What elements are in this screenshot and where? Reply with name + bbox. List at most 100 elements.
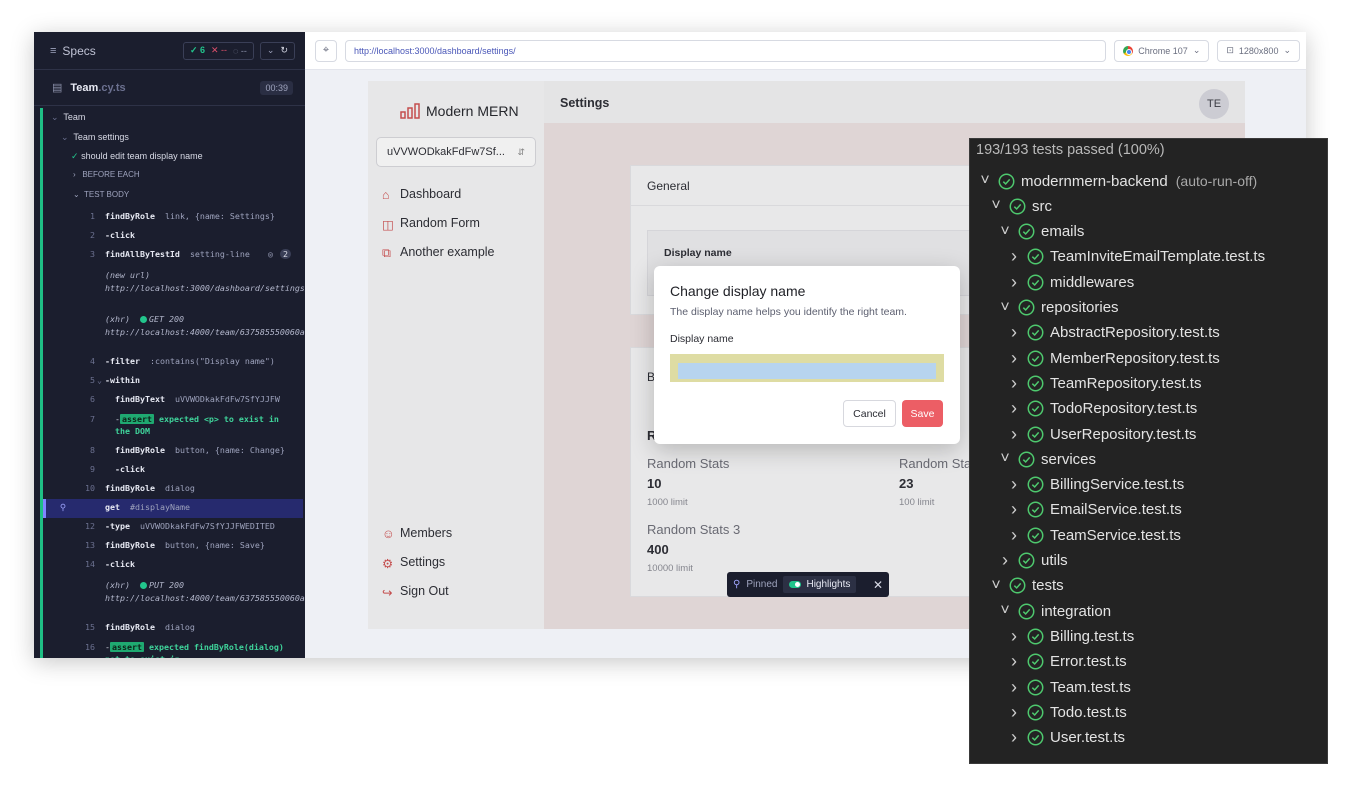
chevron-down-icon[interactable]: ˅ — [987, 197, 1005, 215]
command-row[interactable]: 12 -type uVVWODkakFdFw7SfYJJFWEDITED — [43, 518, 303, 537]
pending-count: ◌ -- — [233, 45, 247, 56]
test-tree-item[interactable]: › Billing.test.ts — [1005, 624, 1134, 648]
test-tree-item[interactable]: ˅ modernmern-backend (auto-run-off) — [976, 169, 1257, 193]
chevron-down-icon[interactable]: ˅ — [976, 172, 994, 190]
chevron-down-icon[interactable]: ˅ — [996, 602, 1014, 620]
passed-check-icon — [1027, 653, 1044, 670]
test-tree-item[interactable]: › EmailService.test.ts — [1005, 498, 1182, 522]
assert-row[interactable]: 16-assert expected findByRole(dialog) no… — [43, 638, 303, 658]
xhr-event[interactable]: (xhr) GET 200 http://localhost:4000/team… — [43, 309, 305, 353]
chevron-right-icon[interactable]: › — [1005, 398, 1023, 419]
chevron-down-icon[interactable]: ˅ — [987, 577, 1005, 595]
command-row[interactable]: 5 ⌄ -within — [43, 372, 303, 391]
test-tree-item[interactable]: › AbstractRepository.test.ts — [1005, 321, 1220, 345]
chevron-right-icon[interactable]: › — [1005, 525, 1023, 546]
test-item-label: src — [1032, 197, 1052, 215]
command-row[interactable]: 9 -click — [43, 461, 303, 480]
chevron-right-icon[interactable]: › — [1005, 424, 1023, 445]
selector-playground-icon[interactable]: ⌖ — [315, 39, 337, 62]
chevron-right-icon[interactable]: › — [1005, 727, 1023, 748]
viewport-size[interactable]: ⊡ 1280x800 ⌄ — [1217, 39, 1300, 62]
save-button[interactable]: Save — [902, 400, 943, 427]
chevron-down-icon: ⌄ — [1283, 45, 1291, 55]
viewport-icon: ⊡ — [1226, 45, 1234, 55]
before-each-hook[interactable]: › BEFORE EACH — [73, 170, 140, 179]
chevron-right-icon[interactable]: › — [1005, 702, 1023, 723]
highlights-toggle[interactable]: Highlights — [783, 576, 857, 593]
command-row[interactable]: 6 findByText uVVWODkakFdFw7SfYJJFW — [43, 391, 303, 410]
test-tree-item[interactable]: › TeamInviteEmailTemplate.test.ts — [1005, 245, 1265, 269]
chevron-right-icon[interactable]: › — [1005, 651, 1023, 672]
chevron-right-icon[interactable]: › — [1005, 474, 1023, 495]
passed-check-icon — [1027, 729, 1044, 746]
test-tree-item[interactable]: › BillingService.test.ts — [1005, 473, 1184, 497]
command-row[interactable]: 13 findByRole button, {name: Save} — [43, 537, 303, 556]
url-bar[interactable]: http://localhost:3000/dashboard/settings… — [345, 39, 1107, 62]
passed-check-icon — [1027, 527, 1044, 544]
chevron-right-icon[interactable]: › — [1005, 322, 1023, 343]
close-icon[interactable]: ✕ — [873, 578, 883, 592]
chevron-right-icon[interactable]: › — [1005, 499, 1023, 520]
command-row[interactable]: 14 -click — [43, 556, 303, 575]
cancel-button[interactable]: Cancel — [843, 400, 896, 427]
test-item-label: Error.test.ts — [1050, 653, 1127, 671]
test-tree-item[interactable]: ˅ src — [987, 194, 1052, 218]
test-tree-item[interactable]: › Todo.test.ts — [1005, 700, 1127, 724]
chevron-right-icon[interactable]: › — [1005, 677, 1023, 698]
chevron-down-icon[interactable]: ⌄ — [267, 45, 275, 56]
command-row[interactable]: 8 findByRole button, {name: Change} — [43, 442, 303, 461]
chevron-down-icon[interactable]: ˅ — [996, 223, 1014, 241]
pinned-command-row[interactable]: ⚲ get #displayName — [43, 499, 303, 518]
chevron-right-icon[interactable]: › — [1005, 626, 1023, 647]
chevron-right-icon[interactable]: › — [1005, 246, 1023, 267]
passed-check-icon — [1018, 223, 1035, 240]
test-tree-item[interactable]: ˅ emails — [996, 220, 1084, 244]
chevron-right-icon[interactable]: › — [996, 550, 1014, 571]
test-tree-item[interactable]: › TeamRepository.test.ts — [1005, 371, 1201, 395]
chevron-down-icon[interactable]: ˅ — [996, 299, 1014, 317]
test-tree-item[interactable]: › TeamService.test.ts — [1005, 523, 1181, 547]
test-tree-item[interactable]: ˅ tests — [987, 574, 1063, 598]
chevron-right-icon[interactable]: › — [1005, 272, 1023, 293]
chevron-right-icon[interactable]: › — [1005, 373, 1023, 394]
test-tree-item[interactable]: › Error.test.ts — [1005, 650, 1127, 674]
test-tree-item[interactable]: ˅ services — [996, 447, 1096, 471]
test-tree-item[interactable]: › User.test.ts — [1005, 726, 1125, 750]
specs-list-icon[interactable]: ≡ — [50, 45, 56, 57]
command-row[interactable]: 1 findByRole link, {name: Settings} — [43, 208, 303, 227]
suite-row[interactable]: ⌄ Team — [51, 112, 85, 123]
browser-select[interactable]: Chrome 107 ⌄ — [1114, 39, 1210, 62]
test-row[interactable]: ✓ should edit team display name — [71, 151, 203, 162]
test-tree-item[interactable]: ˅ repositories — [996, 296, 1118, 320]
command-row[interactable]: 2 -click — [43, 227, 303, 246]
pin-icon: ⚲ — [59, 502, 66, 512]
test-item-label: Billing.test.ts — [1050, 627, 1135, 645]
command-row[interactable]: 10 findByRole dialog — [43, 480, 303, 499]
assert-row[interactable]: 7- assert expected <p> to exist in the DO… — [43, 410, 303, 442]
test-item-label: integration — [1041, 602, 1112, 620]
chevron-down-icon[interactable]: ˅ — [996, 450, 1014, 468]
test-tree-item[interactable]: › utils — [996, 549, 1068, 573]
test-tree: ⌄ Team ⌄ Team settings ✓ should edit tea… — [40, 108, 305, 658]
command-row[interactable]: 15 findByRole dialog — [43, 619, 303, 638]
command-row[interactable]: 3 findAllByTestId setting-line ◎ 2 — [43, 246, 303, 265]
specs-label[interactable]: Specs — [62, 44, 95, 58]
command-row[interactable]: 4 -filter :contains("Display name") — [43, 353, 303, 372]
test-tree-item[interactable]: › TodoRepository.test.ts — [1005, 397, 1197, 421]
assert-badge: assert — [110, 642, 144, 652]
test-tree-item[interactable]: › Team.test.ts — [1005, 675, 1131, 699]
test-tree-item[interactable]: › MemberRepository.test.ts — [1005, 346, 1220, 370]
xhr-event[interactable]: (xhr) PUT 200 http://localhost:4000/team… — [43, 575, 305, 619]
test-item-label: modernmern-backend — [1021, 172, 1168, 190]
test-tree-item[interactable]: › UserRepository.test.ts — [1005, 422, 1196, 446]
display-name-input[interactable] — [678, 362, 936, 379]
test-tree-item[interactable]: › middlewares — [1005, 270, 1134, 294]
new-url-event[interactable]: (new url) http://localhost:3000/dashboar… — [43, 265, 305, 309]
test-body-hook[interactable]: ⌄ TEST BODY — [73, 190, 129, 199]
chevron-right-icon[interactable]: › — [1005, 348, 1023, 369]
subsuite-row[interactable]: ⌄ Team settings — [61, 132, 129, 143]
test-item-label: services — [1041, 450, 1097, 468]
test-tree-item[interactable]: ˅ integration — [996, 599, 1111, 623]
spec-file-row[interactable]: ▤ Team.cy.ts 00:39 — [34, 70, 305, 106]
restart-icon[interactable]: ↻ — [280, 45, 288, 56]
